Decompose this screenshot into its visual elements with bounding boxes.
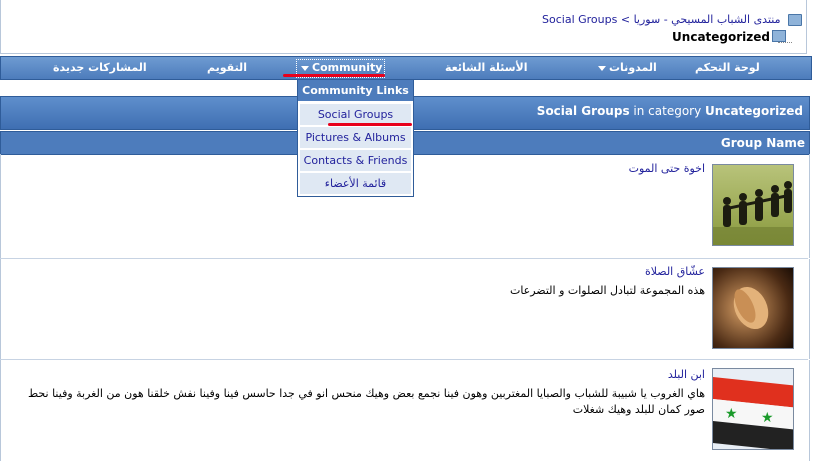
menu-header: Community Links — [298, 80, 413, 101]
group-description: هذه المجموعة لتبادل الصلوات و التضرعات — [509, 284, 705, 297]
community-dropdown-menu: Community Links Social Groups Pictures &… — [297, 79, 414, 197]
group-name-column[interactable]: Group Name — [721, 136, 805, 150]
group-name-link[interactable]: عشّاق الصلاة — [645, 265, 705, 278]
group-thumbnail[interactable] — [712, 267, 794, 349]
table-row: عشّاق الصلاة هذه المجموعة لتبادل الصلوات… — [0, 259, 810, 359]
menu-item-members-list[interactable]: قائمة الأعضاء — [300, 173, 411, 194]
group-name-link[interactable]: اخوة حتى الموت — [629, 162, 705, 175]
praying-hands-icon — [733, 286, 769, 330]
nav-faq[interactable]: الأسئلة الشائعة — [445, 61, 528, 74]
page-title: Uncategorized — [672, 30, 770, 44]
breadcrumb: منتدى الشباب المسيحي - سوريا > Social Gr… — [542, 13, 802, 26]
tree-line — [778, 42, 792, 44]
menu-item-social-groups[interactable]: Social Groups — [300, 104, 411, 125]
category-header-middle: in category — [633, 104, 702, 118]
table-row: ★ ★ ابن البلد هاي الغروب يا شبيبة للشباب… — [0, 360, 810, 461]
menu-item-contacts-friends[interactable]: Contacts & Friends — [300, 150, 411, 171]
breadcrumb-separator: > — [620, 13, 631, 26]
syrian-flag-icon: ★ ★ — [713, 369, 793, 449]
folder-icon — [788, 14, 802, 26]
nav-new-posts[interactable]: المشاركات جديدة — [53, 61, 147, 74]
group-description: هاي الغروب يا شبيبة للشباب والصبايا المغ… — [27, 387, 705, 416]
category-header-title: Social Groups — [536, 104, 630, 118]
svg-text:★: ★ — [761, 410, 774, 426]
group-thumbnail[interactable]: ★ ★ — [712, 368, 794, 450]
category-header-text: Social Groups in category Uncategorized — [537, 104, 803, 118]
category-header-category: Uncategorized — [705, 104, 803, 118]
chevron-down-icon — [598, 65, 606, 71]
navbar: لوحة التحكم المدونات الأسئلة الشائعة Com… — [0, 56, 812, 80]
header-frame — [0, 0, 807, 54]
group-thumbnail[interactable] — [712, 164, 794, 246]
svg-text:★: ★ — [725, 406, 738, 422]
breadcrumb-social-groups-link[interactable]: Social Groups — [542, 13, 617, 26]
nav-usercp[interactable]: لوحة التحكم — [695, 61, 760, 74]
breadcrumb-forum-link[interactable]: منتدى الشباب المسيحي - سوريا — [634, 13, 781, 26]
nav-calendar[interactable]: التقويم — [207, 61, 247, 74]
red-underline-annotation — [283, 74, 385, 77]
people-silhouette-icon — [713, 181, 793, 245]
open-folder-icon — [772, 30, 786, 42]
red-underline-annotation — [328, 123, 412, 126]
group-name-link[interactable]: ابن البلد — [668, 368, 705, 381]
nav-blogs-label: المدونات — [609, 61, 657, 74]
menu-item-pictures-albums[interactable]: Pictures & Albums — [300, 127, 411, 148]
nav-blogs[interactable]: المدونات — [595, 61, 657, 74]
